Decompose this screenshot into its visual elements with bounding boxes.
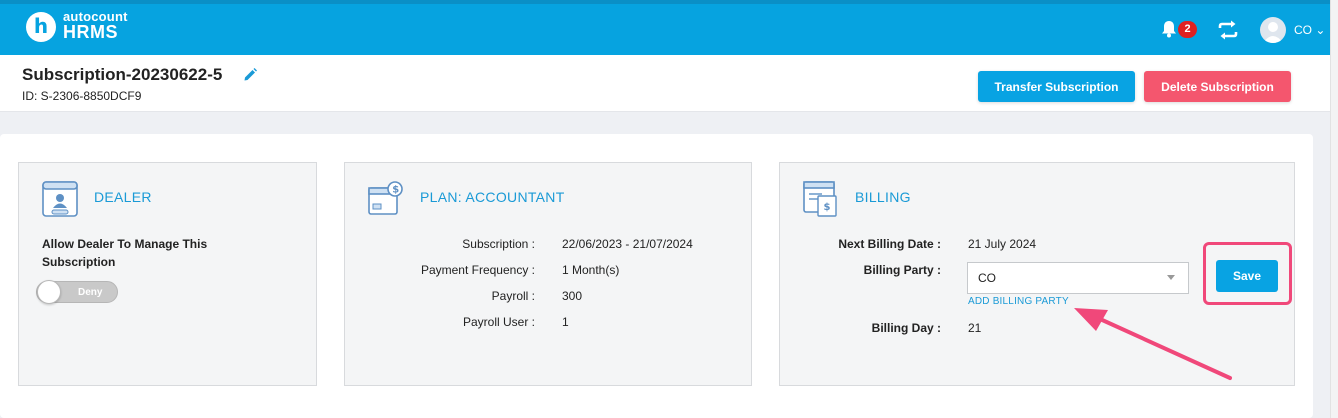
notification-badge: 2: [1178, 21, 1197, 38]
bell-icon[interactable]: [1161, 20, 1177, 38]
chevron-down-icon: ⌄: [1312, 23, 1326, 37]
caret-down-icon[interactable]: [1167, 275, 1175, 280]
subscription-label: Subscription :: [462, 237, 535, 251]
payment-frequency-value: 1 Month(s): [562, 263, 620, 277]
pencil-icon[interactable]: [242, 67, 258, 83]
billing-party-value: CO: [978, 271, 996, 285]
svg-text:$: $: [392, 185, 399, 196]
user-avatar-icon: [1263, 22, 1283, 43]
billing-party-label: Billing Party :: [863, 263, 941, 277]
add-billing-party-link[interactable]: ADD BILLING PARTY: [968, 296, 1069, 307]
billing-receipt-icon: $: [803, 181, 837, 217]
billing-party-select[interactable]: [967, 262, 1189, 294]
dealer-settings-icon: [42, 181, 78, 217]
billing-title: BILLING: [855, 189, 911, 205]
page-scrollbar[interactable]: [1330, 0, 1338, 418]
user-menu[interactable]: CO ⌄: [1294, 23, 1325, 37]
annotation-arrow-icon: [1074, 308, 1232, 380]
switch-icon[interactable]: [1216, 18, 1240, 42]
toggle-state-label: Deny: [78, 287, 103, 298]
payment-frequency-label: Payment Frequency :: [420, 263, 535, 277]
toggle-knob[interactable]: [37, 280, 61, 304]
top-navbar: [0, 0, 1338, 55]
delete-subscription-button[interactable]: Delete Subscription: [1144, 71, 1291, 102]
save-button[interactable]: Save: [1216, 260, 1278, 292]
billing-day-value: 21: [968, 321, 982, 335]
logo-product-text: HRMS: [63, 22, 118, 42]
user-initials: CO: [1294, 23, 1312, 37]
payroll-user-value: 1: [562, 315, 569, 329]
subscription-value: 22/06/2023 - 21/07/2024: [562, 237, 693, 251]
svg-text:$: $: [824, 202, 831, 213]
page-title: Subscription-20230622-5: [22, 65, 223, 84]
allow-dealer-label: Allow Dealer To Manage This Subscription: [42, 237, 208, 269]
plan-invoice-icon: $: [368, 181, 403, 215]
plan-title: PLAN: ACCOUNTANT: [420, 189, 565, 205]
payroll-user-label: Payroll User :: [462, 315, 535, 329]
avatar[interactable]: [1260, 17, 1286, 43]
transfer-subscription-button[interactable]: Transfer Subscription: [978, 71, 1135, 102]
subscription-id: ID: S-2306-8850DCF9: [22, 89, 142, 103]
billing-day-label: Billing Day :: [871, 321, 941, 335]
next-billing-date-value: 21 July 2024: [968, 237, 1037, 251]
payroll-value: 300: [562, 289, 583, 303]
next-billing-date-label: Next Billing Date :: [838, 237, 941, 251]
dealer-title: DEALER: [94, 189, 152, 205]
payroll-label: Payroll :: [491, 289, 535, 303]
app-logo-icon[interactable]: h: [26, 12, 56, 42]
